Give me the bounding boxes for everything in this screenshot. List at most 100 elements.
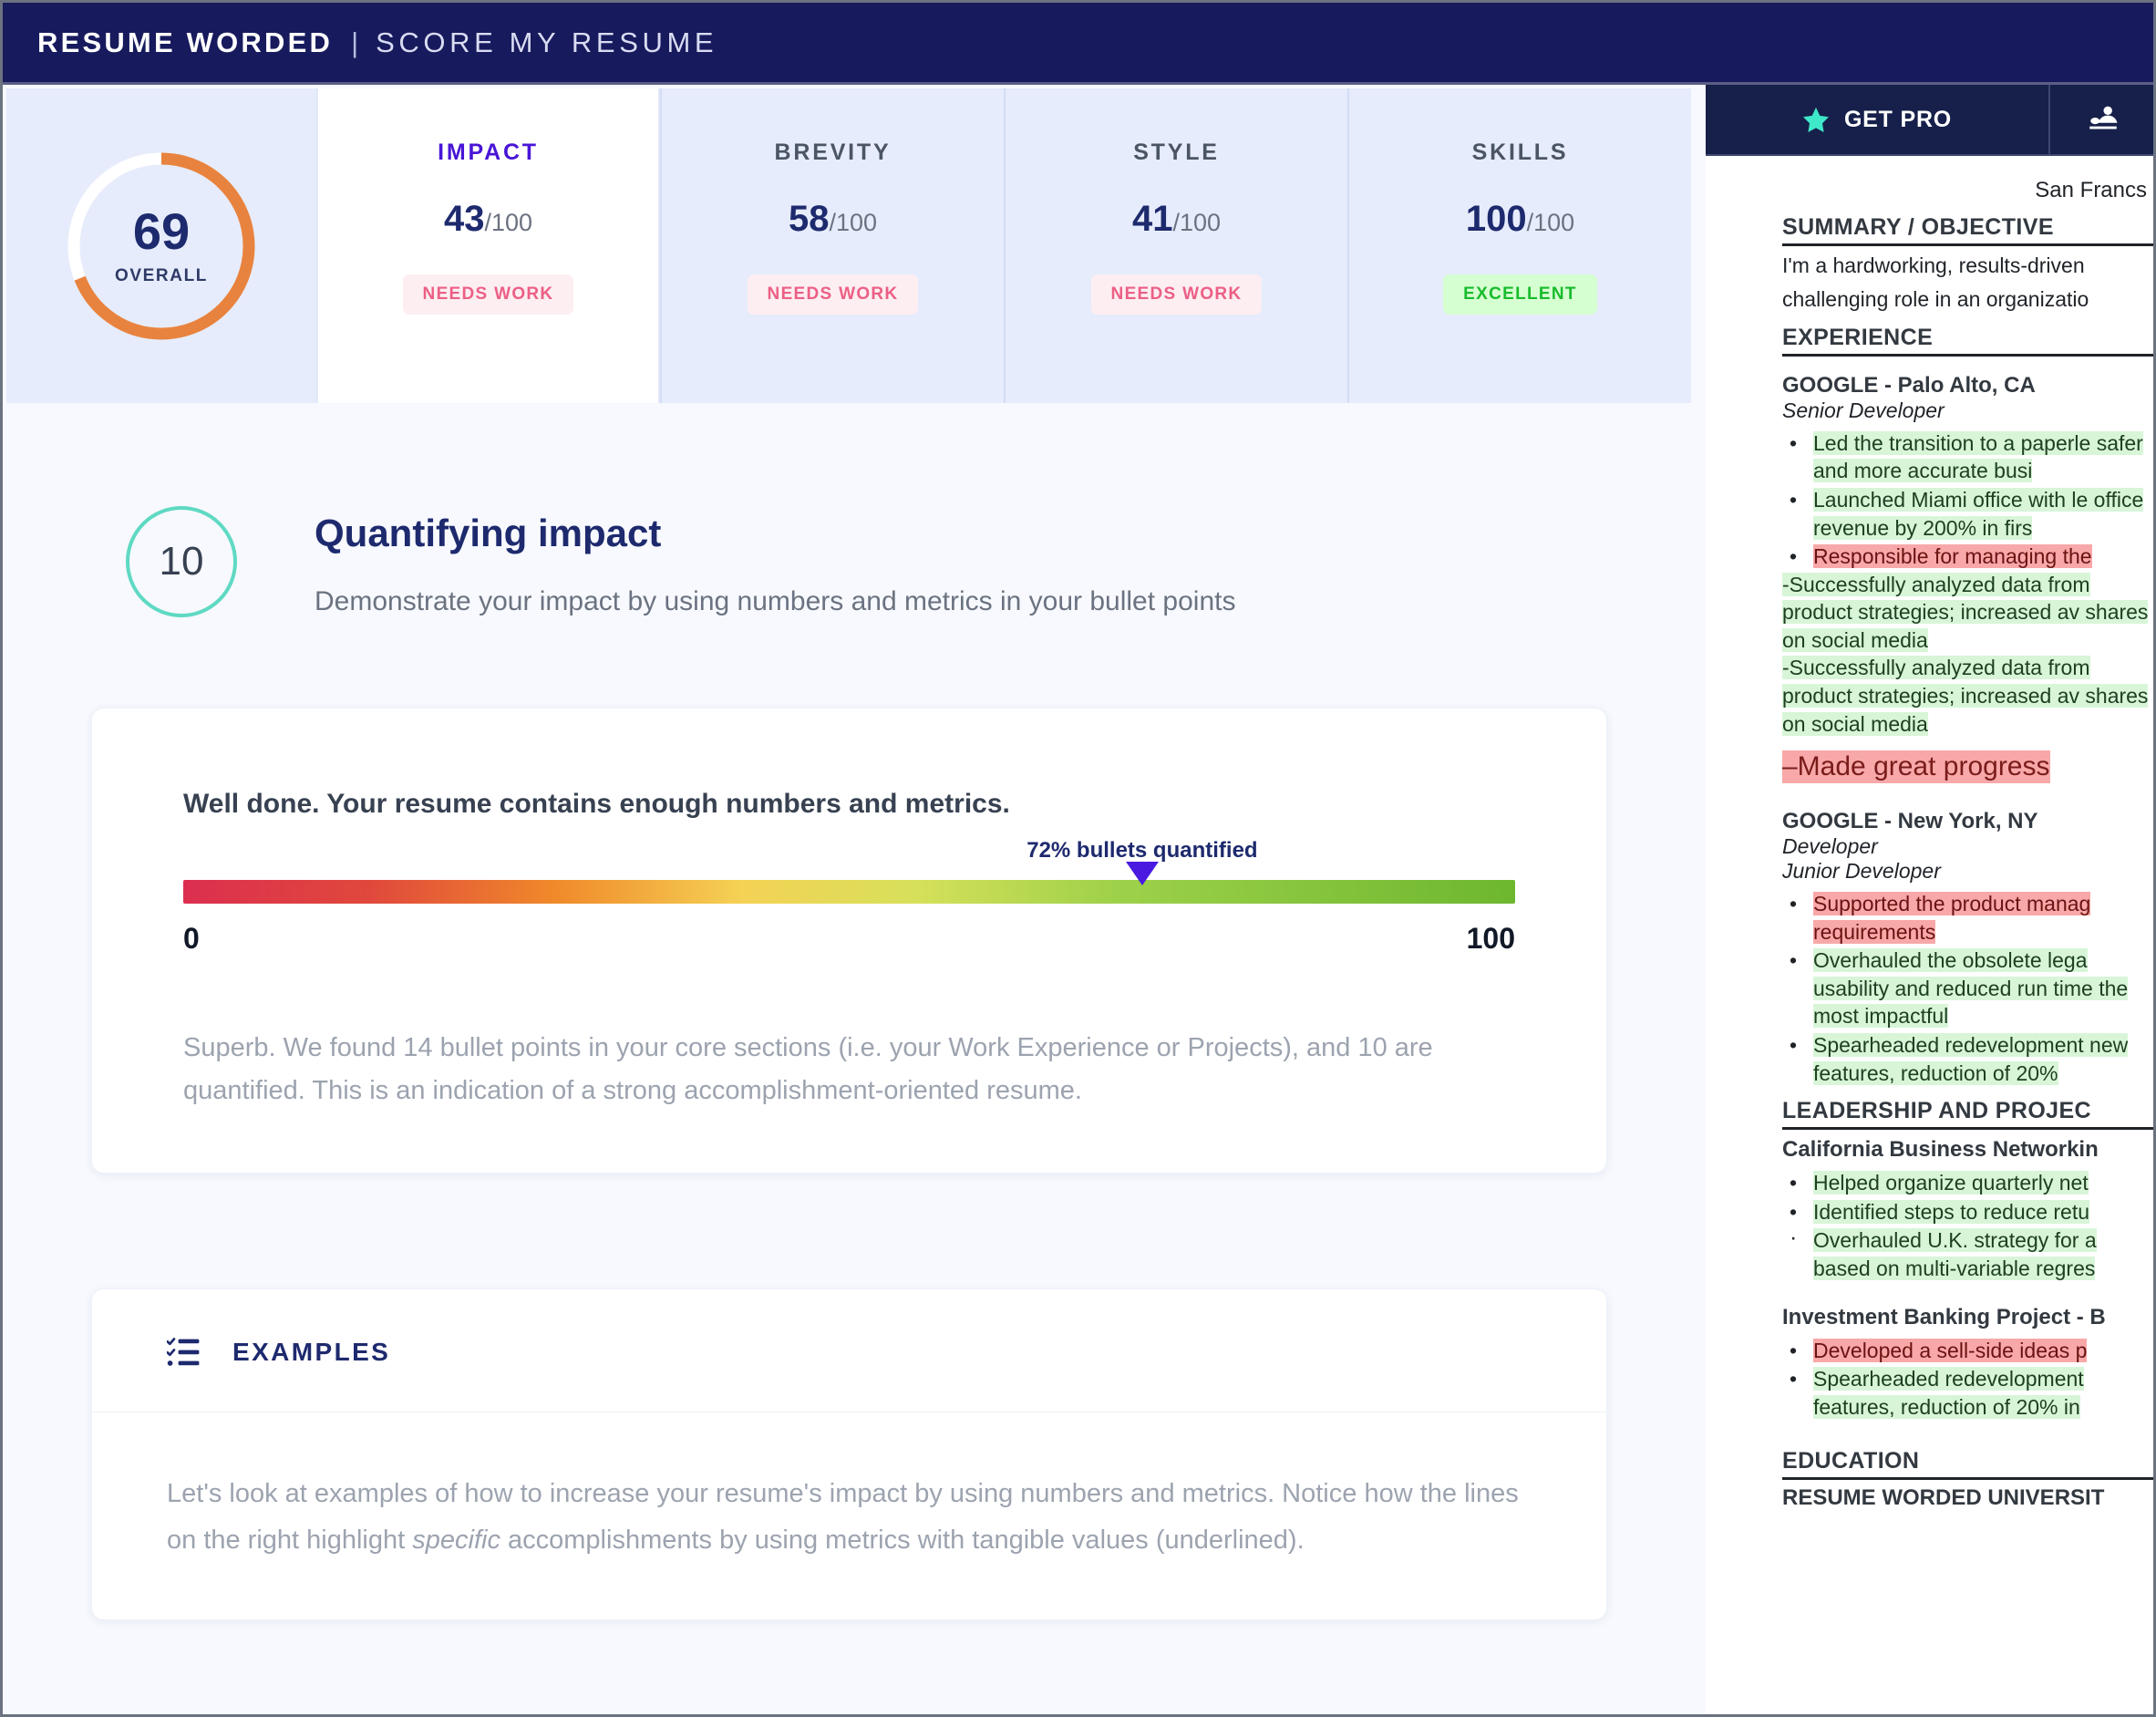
list-item: Led the transition to a paperle safer an… xyxy=(1782,429,2153,485)
resume-bullet-text: Spearheaded redevelopment new features, … xyxy=(1813,1033,2129,1085)
star-icon xyxy=(1802,107,1829,132)
overall-score-value: 69 xyxy=(132,202,191,260)
overall-score-label: OVERALL xyxy=(115,265,208,285)
status-badge: NEEDS WORK xyxy=(402,274,574,315)
metrics-description: Superb. We found 14 bullet points in you… xyxy=(183,1032,1433,1105)
score-card-score: 100 /100 xyxy=(1466,199,1574,240)
resume-section-heading-leadership: LEADERSHIP AND PROJEC xyxy=(1782,1098,2153,1131)
status-badge: EXCELLENT xyxy=(1443,274,1597,315)
list-item: Overhauled U.K. strategy for a based on … xyxy=(1782,1223,2153,1282)
overall-score-gauge: 69 OVERALL xyxy=(6,88,316,403)
section-number-badge: 10 xyxy=(126,506,237,617)
metrics-card: Well done. Your resume contains enough n… xyxy=(91,707,1607,1174)
bar-marker-icon xyxy=(1125,861,1159,885)
product-name: SCORE MY RESUME xyxy=(376,26,718,58)
bar-scale-min: 0 xyxy=(183,921,200,955)
examples-body-emphasis: specific xyxy=(412,1526,500,1556)
score-card-style[interactable]: STYLE 41 /100 NEEDS WORK xyxy=(1004,88,1347,403)
list-item: Developed a sell-side ideas p xyxy=(1782,1337,2153,1365)
resume-bullet-list: Led the transition to a paperle safer an… xyxy=(1782,429,2153,571)
upload-person-icon xyxy=(2089,106,2118,129)
gradient-bar xyxy=(183,879,1515,904)
list-item: Overhauled the obsolete lega usability a… xyxy=(1782,946,2153,1030)
page-title: Quantifying impact xyxy=(315,512,662,554)
resume-extra-line: -Successfully analyzed data from product… xyxy=(1782,656,2149,736)
score-card-title: BREVITY xyxy=(774,140,892,165)
resume-bullet-text: Overhauled the obsolete lega usability a… xyxy=(1813,948,2129,1029)
list-item: Supported the product manag requirements xyxy=(1782,890,2153,946)
resume-bullet-text: Spearheaded redevelopment features, redu… xyxy=(1813,1367,2084,1419)
resume-role: Junior Developer xyxy=(1782,859,1941,884)
list-item: Responsible for managing the xyxy=(1782,543,2153,571)
resume-preview-panel: GET PRO San Francs SUMMARY / OBJECTIVE I… xyxy=(1706,85,2153,1714)
section-subtitle: Demonstrate your impact by using numbers… xyxy=(315,586,1236,616)
score-card-title: SKILLS xyxy=(1471,140,1569,165)
brand-name: RESUME WORDED xyxy=(37,26,334,58)
resume-bullet-text: Overhauled U.K. strategy for a based on … xyxy=(1813,1228,2097,1280)
section-heading: 10 Quantifying impact Demonstrate your i… xyxy=(126,506,1706,623)
resume-bullet-list: Developed a sell-side ideas p Spearheade… xyxy=(1782,1337,2153,1422)
app-root: RESUME WORDED | SCORE MY RESUME 69 OVERA… xyxy=(0,0,2156,1717)
get-pro-label: GET PRO xyxy=(1843,106,1953,132)
resume-job-google-palo-alto: GOOGLE - Palo Alto, CA Senior Developer … xyxy=(1782,372,2153,784)
bar-scale-max: 100 xyxy=(1466,921,1515,955)
score-card-title: IMPACT xyxy=(438,140,539,165)
bar-scale: 0 100 xyxy=(183,922,1515,956)
score-card-title: STYLE xyxy=(1133,140,1220,165)
resume-role: Senior Developer xyxy=(1782,398,1945,422)
brand-separator: | xyxy=(351,26,362,58)
examples-title: EXAMPLES xyxy=(232,1337,391,1366)
metrics-title: Well done. Your resume contains enough n… xyxy=(183,788,1010,819)
list-item: Launched Miami office with le office rev… xyxy=(1782,486,2153,542)
examples-body: Let's look at examples of how to increas… xyxy=(92,1412,1606,1619)
score-card-skills[interactable]: SKILLS 100 /100 EXCELLENT xyxy=(1347,88,1691,403)
score-card-score: 58 /100 xyxy=(789,199,877,240)
score-card-value: 58 xyxy=(788,199,830,239)
resume-bullet-text: Responsible for managing the xyxy=(1813,544,2092,569)
resume-extra-line: -Successfully analyzed data from product… xyxy=(1782,572,2149,652)
score-card-value: 43 xyxy=(443,199,485,239)
resume-feedback-note: –Made great progress xyxy=(1782,750,2050,784)
list-item: Spearheaded redevelopment features, redu… xyxy=(1782,1365,2153,1421)
resume-location: San Francs xyxy=(2035,178,2147,202)
resume-project-cbn: California Business Networkin Helped org… xyxy=(1782,1137,2153,1282)
resume-bullet-text: Supported the product manag requirements xyxy=(1813,892,2091,944)
upload-resume-button[interactable] xyxy=(2050,85,2153,155)
score-card-value: 100 xyxy=(1465,199,1527,239)
resume-section-heading-summary: SUMMARY / OBJECTIVE xyxy=(1782,214,2153,246)
score-card-max: /100 xyxy=(1172,209,1222,236)
resume-section-heading-experience: EXPERIENCE xyxy=(1782,325,2153,357)
score-summary-strip: 69 OVERALL IMPACT 43 /100 NEEDS WORK BRE… xyxy=(6,88,1691,403)
resume-company: GOOGLE - Palo Alto, CA xyxy=(1782,372,2036,398)
bar-caption: 72% bullets quantified xyxy=(1026,837,1258,863)
score-card-max: /100 xyxy=(829,209,878,236)
resume-bullet-text: Helped organize quarterly net xyxy=(1813,1171,2089,1195)
status-badge: NEEDS WORK xyxy=(747,274,919,315)
resume-document: San Francs SUMMARY / OBJECTIVE I'm a har… xyxy=(1706,156,2153,1714)
resume-bullet-text: Identified steps to reduce retu xyxy=(1813,1199,2090,1224)
resume-bullet-list: Supported the product manag requirements… xyxy=(1782,890,2153,1087)
resume-section-heading-education: EDUCATION xyxy=(1782,1448,2153,1481)
status-badge: NEEDS WORK xyxy=(1090,274,1263,315)
quantified-bar: 72% bullets quantified 0 100 xyxy=(183,838,1515,956)
resume-toolbar: GET PRO xyxy=(1706,85,2153,156)
checklist-icon xyxy=(167,1337,200,1366)
score-card-impact[interactable]: IMPACT 43 /100 NEEDS WORK xyxy=(316,88,660,403)
resume-company: GOOGLE - New York, NY xyxy=(1782,809,2038,834)
resume-project-investment-banking: Investment Banking Project - B Developed… xyxy=(1782,1304,2153,1422)
resume-project-name: Investment Banking Project - B xyxy=(1782,1304,2106,1329)
score-card-max: /100 xyxy=(484,209,533,236)
list-item: Spearheaded redevelopment new features, … xyxy=(1782,1031,2153,1087)
resume-job-google-new-york: GOOGLE - New York, NY Developer Junior D… xyxy=(1782,809,2153,1087)
resume-role: Developer xyxy=(1782,834,1878,859)
score-card-value: 41 xyxy=(1131,199,1173,239)
list-item: Helped organize quarterly net xyxy=(1782,1169,2153,1197)
resume-summary-line-1: I'm a hardworking, results-driven xyxy=(1782,253,2085,277)
score-card-brevity[interactable]: BREVITY 58 /100 NEEDS WORK xyxy=(660,88,1004,403)
score-card-score: 41 /100 xyxy=(1132,199,1221,240)
get-pro-button[interactable]: GET PRO xyxy=(1706,85,2050,155)
section-number: 10 xyxy=(159,539,204,584)
resume-summary-line-2: challenging role in an organizatio xyxy=(1782,286,2089,311)
resume-bullet-list: Helped organize quarterly net Identified… xyxy=(1782,1169,2153,1282)
examples-card: EXAMPLES Let's look at examples of how t… xyxy=(91,1288,1607,1620)
